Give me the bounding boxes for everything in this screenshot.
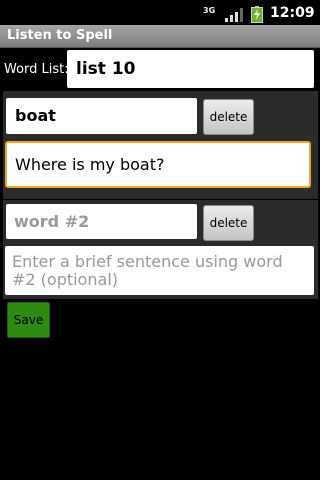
word-list-input[interactable]: list 10 [67,50,314,88]
battery-charging-icon [251,6,263,23]
word-1-value: boat [15,106,56,125]
delete-word-2-button[interactable]: delete [203,205,254,241]
network-type-indicator: 3G [203,6,216,15]
save-button[interactable]: Save [7,302,50,338]
word-1-input[interactable]: boat [6,98,197,134]
delete-word-1-button[interactable]: delete [203,99,254,135]
app-title: Listen to Spell [7,28,113,43]
sentence-2-placeholder: Enter a brief sentence using word #2 (op… [12,252,283,289]
sentence-2-input[interactable]: Enter a brief sentence using word #2 (op… [5,246,314,295]
signal-icon [225,8,243,22]
word-list-value: list 10 [76,59,136,79]
app-title-bar: Listen to Spell [0,25,320,48]
sentence-1-value: Where is my boat? [15,155,165,174]
word-list-label: Word List: [4,62,69,77]
word-2-input[interactable]: word #2 [6,204,197,239]
status-bar: 3G 12:09 [0,0,320,25]
clock: 12:09 [270,5,315,21]
sentence-1-input[interactable]: Where is my boat? [5,141,311,188]
word-2-placeholder: word #2 [14,212,90,231]
